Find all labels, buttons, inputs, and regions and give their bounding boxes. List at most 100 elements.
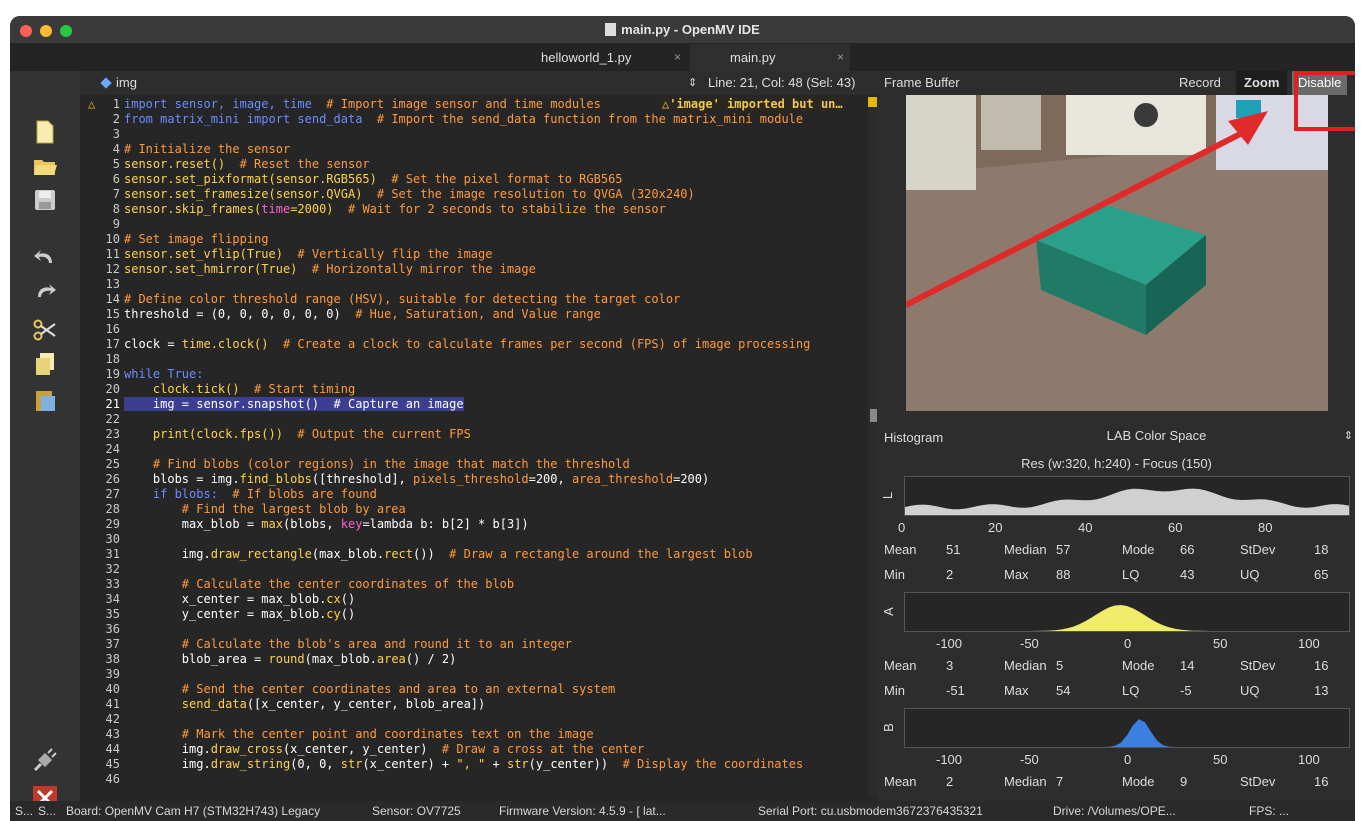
code-token: find_blobs — [239, 472, 312, 486]
undo-icon[interactable] — [32, 243, 58, 269]
redo-icon[interactable] — [32, 277, 58, 303]
code-line[interactable]: img = sensor.snapshot() # Capture an ima… — [124, 397, 464, 411]
code-token: # Vertically flip the image — [282, 247, 493, 261]
close-tab-icon[interactable]: × — [837, 44, 844, 71]
code-line[interactable]: sensor.set_vflip(True) # Vertically flip… — [124, 247, 492, 261]
stat-value: 3 — [946, 658, 954, 673]
stat-label: Mean — [884, 774, 917, 789]
code-line[interactable]: # Define color threshold range (HSV), su… — [124, 292, 680, 306]
paste-icon[interactable] — [32, 387, 58, 413]
editor-scrollbar[interactable] — [868, 97, 878, 797]
resolution-info: Res (w:320, h:240) - Focus (150) — [1021, 456, 1212, 471]
stat-value: 54 — [1056, 683, 1071, 698]
close-tab-icon[interactable]: × — [674, 44, 681, 71]
line-number: 42 — [105, 712, 120, 726]
record-button[interactable]: Record — [1179, 71, 1221, 95]
status-item[interactable]: Firmware Version: 4.5.9 - [ lat... — [499, 801, 666, 821]
status-item[interactable]: Board: OpenMV Cam H7 (STM32H743) Legacy — [66, 801, 320, 821]
code-token: max_blob = — [124, 517, 262, 531]
status-item[interactable]: S... — [15, 801, 33, 821]
copy-icon[interactable] — [32, 351, 58, 377]
stat-label: LQ — [1122, 567, 1140, 582]
code-line[interactable]: sensor.set_pixformat(sensor.RGB565) # Se… — [124, 172, 623, 186]
code-line[interactable]: y_center = max_blob.cy() — [124, 607, 355, 621]
code-token: import sensor, image, time — [124, 97, 312, 111]
code-line[interactable]: while True: — [124, 367, 203, 381]
code-token: img. — [124, 757, 211, 771]
line-number: 29 — [105, 517, 120, 531]
symbol-selector[interactable]: img — [116, 71, 137, 95]
save-icon[interactable] — [32, 187, 58, 213]
code-line[interactable]: threshold = (0, 0, 0, 0, 0, 0) # Hue, Sa… — [124, 307, 601, 321]
code-line[interactable]: x_center = max_blob.cx() — [124, 592, 355, 606]
code-line[interactable]: blob_area = round(max_blob.area() / 2) — [124, 652, 457, 666]
status-item[interactable]: Serial Port: cu.usbmodem3672376435321 — [758, 801, 983, 821]
chevron-updown-icon[interactable]: ⇕ — [1344, 427, 1353, 445]
code-token: # Initialize the sensor — [124, 142, 291, 156]
code-token: + — [485, 757, 507, 771]
status-item[interactable]: Sensor: OV7725 — [372, 801, 461, 821]
chevron-updown-icon[interactable]: ⇕ — [688, 71, 697, 95]
code-line[interactable]: max_blob = max(blobs, key=lambda b: b[2]… — [124, 517, 529, 531]
colorspace-select[interactable]: LAB Color Space ⇕ — [878, 427, 1355, 445]
code-line[interactable]: sensor.skip_frames(time=2000) # Wait for… — [124, 202, 666, 216]
stat-label: Median — [1004, 542, 1047, 557]
code-line[interactable]: blobs = img.find_blobs([threshold], pixe… — [124, 472, 709, 486]
line-number: 2 — [112, 112, 120, 126]
code-token: sensor.set_hmirror(True) — [124, 262, 298, 276]
channel-label: A — [880, 607, 896, 616]
code-token: y_center = max_blob. — [124, 607, 327, 621]
status-item[interactable]: S... — [38, 801, 56, 821]
tab-helloworld[interactable]: helloworld_1.py × — [537, 44, 687, 71]
code-line[interactable]: sensor.set_hmirror(True) # Horizontally … — [124, 262, 536, 276]
code-line[interactable]: import sensor, image, time # Import imag… — [124, 97, 601, 111]
code-line[interactable]: # Find the largest blob by area — [124, 502, 406, 516]
code-line[interactable]: # Set image flipping — [124, 232, 269, 246]
code-line[interactable]: sensor.set_framesize(sensor.QVGA) # Set … — [124, 187, 695, 201]
code-line[interactable]: # Find blobs (color regions) in the imag… — [124, 457, 630, 471]
code-editor[interactable]: img ⇕ Line: 21, Col: 48 (Sel: 43) 1 impor… — [80, 71, 878, 801]
line-number: 30 — [105, 532, 120, 546]
line-number: 21 — [105, 397, 120, 411]
window-title: main.py - OpenMV IDE — [10, 22, 1355, 37]
stat-label: Mean — [884, 542, 917, 557]
code-line[interactable]: sensor.reset() # Reset the sensor — [124, 157, 370, 171]
line-number: 9 — [112, 217, 120, 231]
new-file-icon[interactable] — [32, 119, 58, 145]
zoom-button[interactable]: Zoom — [1236, 71, 1288, 95]
tab-main[interactable]: main.py × — [690, 44, 850, 71]
code-token: # Set the pixel format to RGB565 — [376, 172, 623, 186]
open-folder-icon[interactable] — [32, 153, 58, 179]
cut-icon[interactable] — [32, 317, 58, 343]
connect-icon[interactable] — [32, 747, 58, 773]
code-line[interactable]: send_data([x_center, y_center, blob_area… — [124, 697, 485, 711]
code-line[interactable]: img.draw_string(0, 0, str(x_center) + ",… — [124, 757, 803, 771]
code-area[interactable]: 1 import sensor, image, time # Import ima… — [80, 97, 878, 801]
scrollbar-thumb[interactable] — [870, 409, 877, 422]
code-line[interactable]: clock = time.clock() # Create a clock to… — [124, 337, 810, 351]
code-line[interactable]: clock.tick() # Start timing — [124, 382, 355, 396]
code-line[interactable]: # Mark the center point and coordinates … — [124, 727, 594, 741]
code-line[interactable]: print(clock.fps()) # Output the current … — [124, 427, 471, 441]
code-token: img. — [124, 742, 211, 756]
code-token: # Define color threshold range (HSV), su… — [124, 292, 681, 306]
code-line[interactable]: from matrix_mini import send_data # Impo… — [124, 112, 803, 126]
code-token: sensor.set_pixformat(sensor.RGB565) — [124, 172, 377, 186]
status-item[interactable]: Drive: /Volumes/OPE... — [1053, 801, 1176, 821]
code-line[interactable]: # Initialize the sensor — [124, 142, 290, 156]
line-number: 26 — [105, 472, 120, 486]
code-line[interactable]: img.draw_rectangle(max_blob.rect()) # Dr… — [124, 547, 753, 561]
code-line[interactable]: # Calculate the blob's area and round it… — [124, 637, 572, 651]
code-token: (0, 0, — [290, 757, 341, 771]
code-line[interactable]: # Send the center coordinates and area t… — [124, 682, 615, 696]
stat-value: 16 — [1314, 774, 1329, 789]
document-icon — [605, 23, 617, 36]
code-line[interactable]: # Calculate the center coordinates of th… — [124, 577, 514, 591]
code-line[interactable]: if blobs: # If blobs are found — [124, 487, 377, 501]
frame-buffer-panel: Frame Buffer Record Zoom Disable — [878, 71, 1355, 421]
code-token: # Draw a rectangle around the largest bl… — [434, 547, 753, 561]
status-item[interactable]: FPS: ... — [1249, 801, 1289, 821]
stat-label: UQ — [1240, 567, 1260, 582]
code-token: # Set image flipping — [124, 232, 269, 246]
code-line[interactable]: img.draw_cross(x_center, y_center) # Dra… — [124, 742, 644, 756]
